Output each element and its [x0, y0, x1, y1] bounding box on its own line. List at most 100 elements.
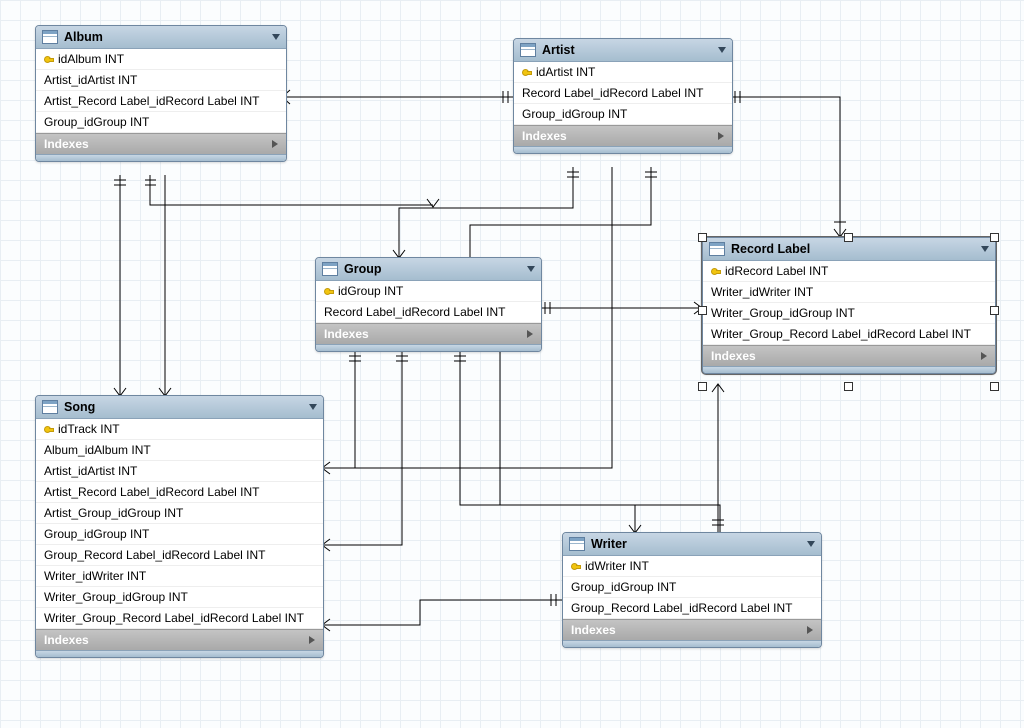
indexes-label: Indexes — [44, 633, 89, 647]
column-name: idAlbum INT — [58, 52, 124, 66]
indexes-label: Indexes — [711, 349, 756, 363]
table-title-bar[interactable]: Writer — [563, 533, 821, 556]
table-row[interactable]: Record Label_idRecord Label INT — [316, 302, 541, 323]
table-row[interactable]: Group_Record Label_idRecord Label INT — [563, 598, 821, 619]
indexes-section[interactable]: Indexes — [36, 629, 323, 650]
table-row[interactable]: idAlbum INT — [36, 49, 286, 70]
table-writer[interactable]: Writer idWriter INT Group_idGroup INT Gr… — [562, 532, 822, 648]
table-artist[interactable]: Artist idArtist INT Record Label_idRecor… — [513, 38, 733, 154]
resize-handle[interactable] — [990, 306, 999, 315]
resize-handle[interactable] — [990, 233, 999, 242]
table-song[interactable]: Song idTrack INT Album_idAlbum INT Artis… — [35, 395, 324, 658]
table-group[interactable]: Group idGroup INT Record Label_idRecord … — [315, 257, 542, 352]
table-title-bar[interactable]: Song — [36, 396, 323, 419]
table-row[interactable]: Writer_Group_idGroup INT — [36, 587, 323, 608]
table-footer — [36, 154, 286, 161]
chevron-down-icon[interactable] — [527, 266, 535, 272]
table-icon — [42, 400, 58, 414]
chevron-down-icon[interactable] — [981, 246, 989, 252]
table-row[interactable]: idGroup INT — [316, 281, 541, 302]
table-row[interactable]: Artist_Group_idGroup INT — [36, 503, 323, 524]
table-row[interactable]: Artist_Record Label_idRecord Label INT — [36, 482, 323, 503]
column-name: idArtist INT — [536, 65, 595, 79]
table-row[interactable]: Writer_Group_idGroup INT — [703, 303, 995, 324]
column-name: Group_idGroup INT — [44, 527, 149, 541]
table-icon — [569, 537, 585, 551]
resize-handle[interactable] — [698, 382, 707, 391]
table-icon — [322, 262, 338, 276]
chevron-down-icon[interactable] — [718, 47, 726, 53]
key-icon — [711, 266, 721, 276]
resize-handle[interactable] — [698, 233, 707, 242]
table-row[interactable]: idTrack INT — [36, 419, 323, 440]
table-title-bar[interactable]: Album — [36, 26, 286, 49]
key-icon — [324, 286, 334, 296]
indexes-section[interactable]: Indexes — [514, 125, 732, 146]
table-row[interactable]: Writer_idWriter INT — [703, 282, 995, 303]
indexes-section[interactable]: Indexes — [703, 345, 995, 366]
indexes-section[interactable]: Indexes — [316, 323, 541, 344]
column-name: Group_Record Label_idRecord Label INT — [571, 601, 792, 615]
table-footer — [563, 640, 821, 647]
table-title: Group — [344, 262, 521, 276]
key-icon — [44, 54, 54, 64]
indexes-section[interactable]: Indexes — [36, 133, 286, 154]
table-title: Song — [64, 400, 303, 414]
chevron-right-icon — [981, 352, 987, 360]
table-footer — [36, 650, 323, 657]
table-icon — [520, 43, 536, 57]
column-name: Writer_Group_Record Label_idRecord Label… — [44, 611, 304, 625]
table-row[interactable]: idArtist INT — [514, 62, 732, 83]
table-row[interactable]: Artist_idArtist INT — [36, 461, 323, 482]
indexes-label: Indexes — [522, 129, 567, 143]
table-row[interactable]: Album_idAlbum INT — [36, 440, 323, 461]
table-row[interactable]: Group_idGroup INT — [514, 104, 732, 125]
table-row[interactable]: Group_Record Label_idRecord Label INT — [36, 545, 323, 566]
indexes-label: Indexes — [44, 137, 89, 151]
column-name: Album_idAlbum INT — [44, 443, 151, 457]
resize-handle[interactable] — [844, 233, 853, 242]
table-title: Writer — [591, 537, 801, 551]
table-album[interactable]: Album idAlbum INT Artist_idArtist INT Ar… — [35, 25, 287, 162]
chevron-down-icon[interactable] — [272, 34, 280, 40]
column-name: Artist_Group_idGroup INT — [44, 506, 183, 520]
chevron-right-icon — [807, 626, 813, 634]
column-name: Record Label_idRecord Label INT — [324, 305, 505, 319]
table-title-bar[interactable]: Artist — [514, 39, 732, 62]
table-record-label[interactable]: Record Label idRecord Label INT Writer_i… — [702, 237, 996, 374]
chevron-right-icon — [309, 636, 315, 644]
table-row[interactable]: Writer_Group_Record Label_idRecord Label… — [36, 608, 323, 629]
table-row[interactable]: Artist_idArtist INT — [36, 70, 286, 91]
column-name: Record Label_idRecord Label INT — [522, 86, 703, 100]
column-name: Writer_idWriter INT — [711, 285, 813, 299]
table-row[interactable]: Writer_idWriter INT — [36, 566, 323, 587]
table-icon — [42, 30, 58, 44]
column-name: idWriter INT — [585, 559, 649, 573]
column-name: Artist_Record Label_idRecord Label INT — [44, 94, 259, 108]
chevron-down-icon[interactable] — [807, 541, 815, 547]
table-row[interactable]: Record Label_idRecord Label INT — [514, 83, 732, 104]
chevron-down-icon[interactable] — [309, 404, 317, 410]
table-title: Album — [64, 30, 266, 44]
table-title-bar[interactable]: Group — [316, 258, 541, 281]
chevron-right-icon — [527, 330, 533, 338]
table-row[interactable]: idWriter INT — [563, 556, 821, 577]
indexes-section[interactable]: Indexes — [563, 619, 821, 640]
table-row[interactable]: Group_idGroup INT — [36, 524, 323, 545]
table-title: Record Label — [731, 242, 975, 256]
resize-handle[interactable] — [698, 306, 707, 315]
column-name: Artist_Record Label_idRecord Label INT — [44, 485, 259, 499]
key-icon — [44, 424, 54, 434]
column-name: idGroup INT — [338, 284, 403, 298]
column-name: Writer_Group_Record Label_idRecord Label… — [711, 327, 971, 341]
table-row[interactable]: Group_idGroup INT — [36, 112, 286, 133]
table-row[interactable]: Group_idGroup INT — [563, 577, 821, 598]
table-icon — [709, 242, 725, 256]
column-name: Artist_idArtist INT — [44, 464, 137, 478]
resize-handle[interactable] — [990, 382, 999, 391]
resize-handle[interactable] — [844, 382, 853, 391]
table-row[interactable]: Writer_Group_Record Label_idRecord Label… — [703, 324, 995, 345]
table-row[interactable]: Artist_Record Label_idRecord Label INT — [36, 91, 286, 112]
table-footer — [316, 344, 541, 351]
table-row[interactable]: idRecord Label INT — [703, 261, 995, 282]
